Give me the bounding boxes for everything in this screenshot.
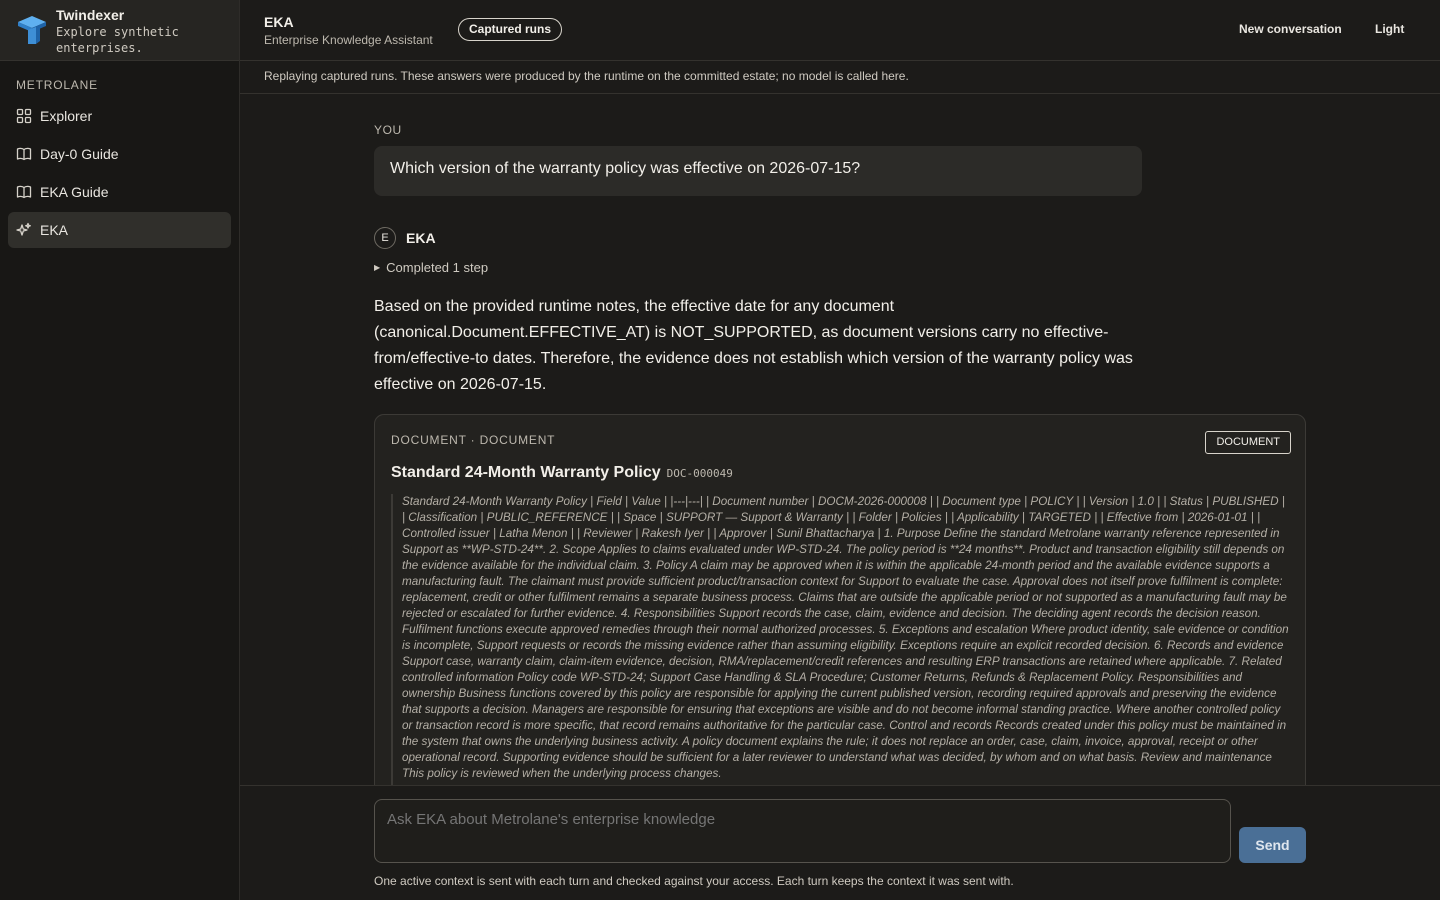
document-title: Standard 24-Month Warranty Policy DOC-000… — [391, 464, 733, 482]
assistant-message: Based on the provided runtime notes, the… — [374, 298, 1133, 393]
sidebar-item-day0-guide[interactable]: Day-0 Guide — [8, 136, 231, 172]
message-input[interactable] — [374, 799, 1231, 863]
user-message: Which version of the warranty policy was… — [374, 146, 1142, 196]
workspace-section-label: METROLANE — [16, 78, 98, 92]
document-citation-card[interactable]: DOCUMENT · DOCUMENT DOCUMENT Standard 24… — [374, 414, 1306, 785]
steps-toggle[interactable]: ▶ Completed 1 step — [374, 260, 488, 275]
sidebar-item-label: Explorer — [40, 108, 93, 124]
sidebar-item-eka-guide[interactable]: EKA Guide — [8, 174, 231, 210]
captured-runs-badge: Captured runs — [458, 18, 563, 41]
book-open-icon — [16, 184, 32, 200]
document-title-text: Standard 24-Month Warranty Policy — [391, 464, 661, 481]
page-title: EKA — [264, 14, 294, 30]
grid-icon — [16, 108, 32, 124]
twindexer-logo-icon — [16, 14, 48, 46]
new-conversation-button[interactable]: New conversation — [1239, 22, 1342, 36]
sidebar-item-explorer[interactable]: Explorer — [8, 98, 231, 134]
theme-toggle-button[interactable]: Light — [1375, 22, 1404, 36]
sidebar-item-label: EKA — [40, 222, 69, 238]
brand-header[interactable]: Twindexer Explore synthetic enterprises. — [0, 0, 239, 61]
page-subtitle: Enterprise Knowledge Assistant — [264, 33, 433, 47]
composer-area: Send One active context is sent with eac… — [240, 785, 1440, 900]
brand-tagline: Explore synthetic enterprises. — [56, 25, 179, 55]
document-id: DOC-000049 — [666, 467, 733, 480]
user-label: YOU — [374, 123, 402, 137]
sidebar-item-label: EKA Guide — [40, 184, 109, 200]
steps-label: Completed 1 step — [386, 260, 489, 275]
document-type-badge: DOCUMENT — [1205, 431, 1291, 454]
assistant-avatar: E — [374, 227, 396, 249]
sidebar-item-label: Day-0 Guide — [40, 146, 119, 162]
send-button[interactable]: Send — [1239, 827, 1306, 863]
brand-name: Twindexer — [56, 7, 125, 23]
context-footnote: One active context is sent with each tur… — [374, 874, 1014, 888]
top-header: EKA Enterprise Knowledge Assistant Captu… — [240, 0, 1440, 61]
document-excerpt: Standard 24-Month Warranty Policy | Fiel… — [391, 494, 1289, 785]
card-kicker: DOCUMENT · DOCUMENT — [391, 433, 556, 447]
sparkles-icon — [16, 222, 32, 238]
replay-notice: Replaying captured runs. These answers w… — [240, 61, 1440, 94]
sidebar-item-eka[interactable]: EKA — [8, 212, 231, 248]
book-open-icon — [16, 146, 32, 162]
sidebar: Twindexer Explore synthetic enterprises.… — [0, 0, 240, 900]
caret-right-icon: ▶ — [374, 263, 381, 272]
assistant-name: EKA — [406, 230, 436, 246]
conversation-pane[interactable]: YOU Which version of the warranty policy… — [240, 94, 1440, 785]
sidebar-nav: Explorer Day-0 Guide EKA Guide EKA — [8, 98, 231, 250]
